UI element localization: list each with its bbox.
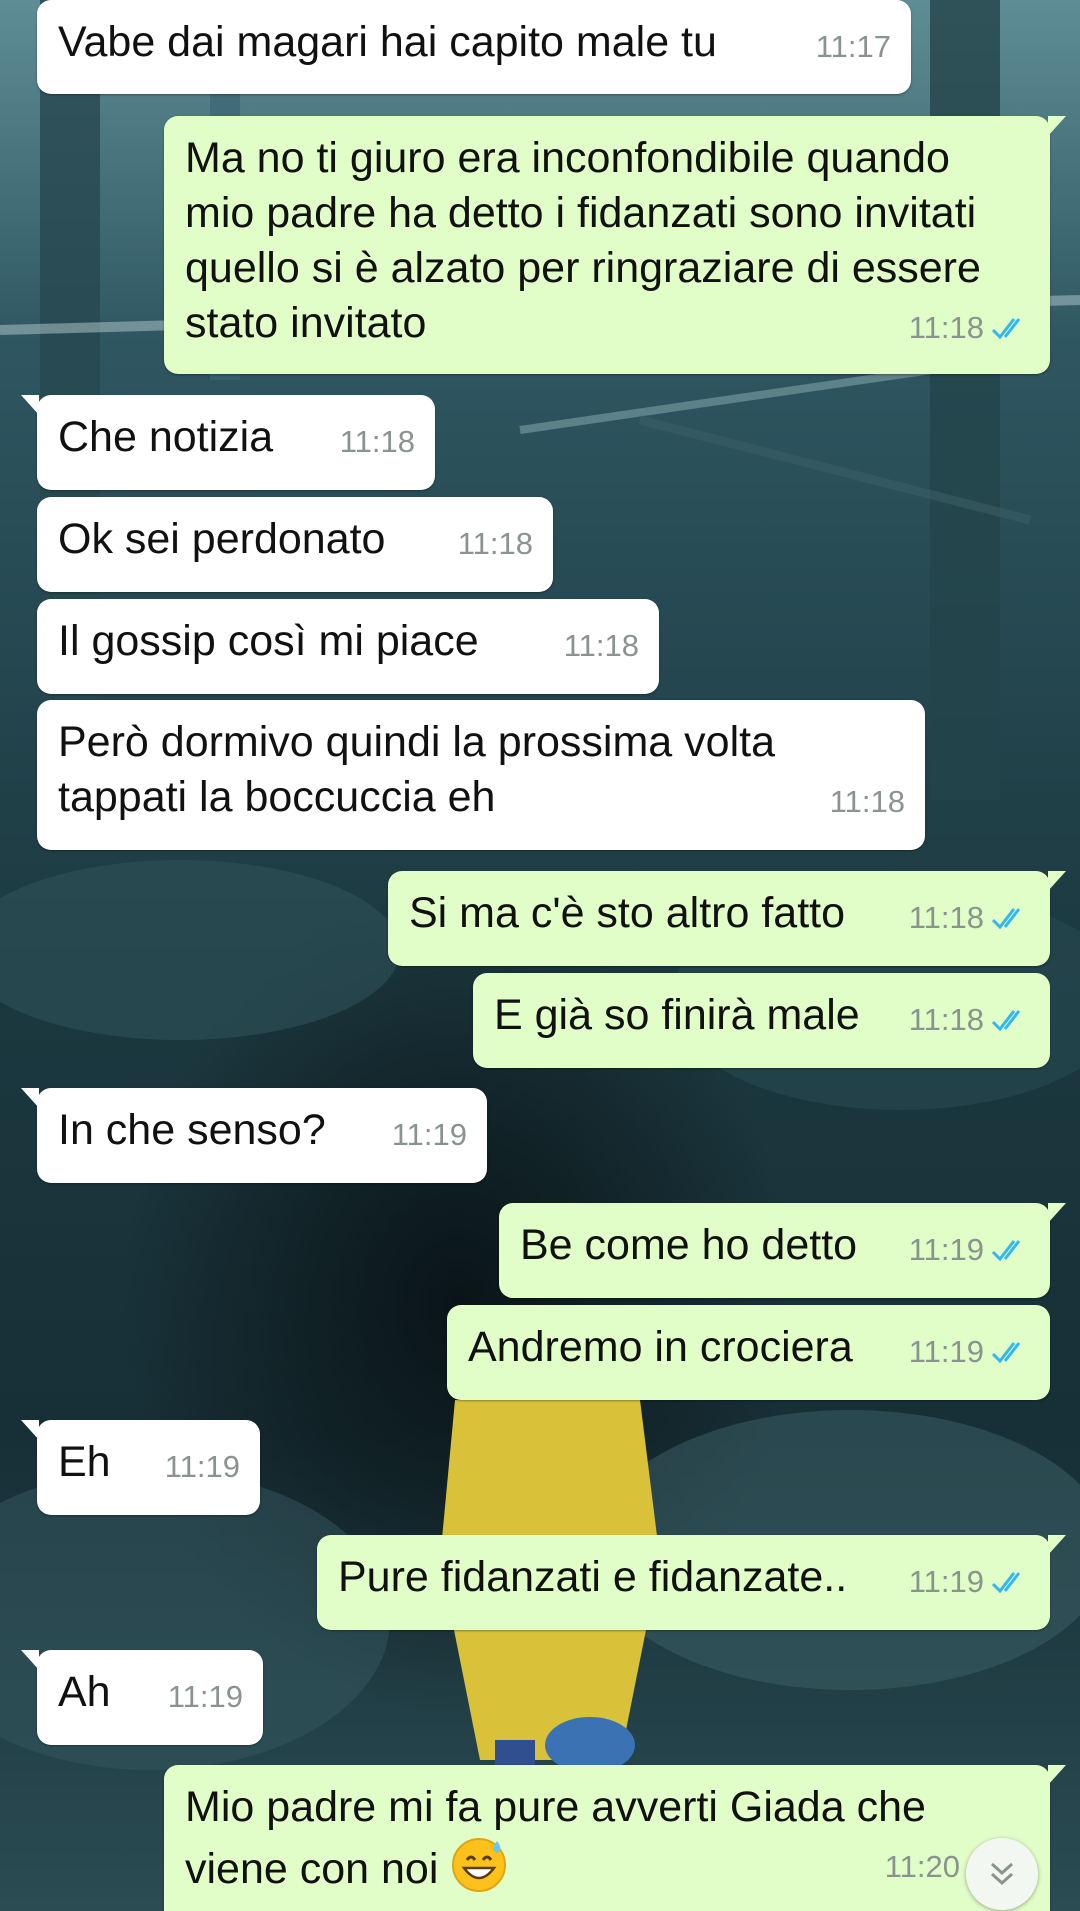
message-text: Be come ho detto bbox=[520, 1221, 858, 1269]
message-meta: 11:19 bbox=[165, 1445, 240, 1489]
message-time: 11:18 bbox=[563, 628, 639, 663]
double-check-read-icon bbox=[991, 908, 1021, 930]
message-text: Vabe dai magari hai capito male tu bbox=[58, 18, 717, 66]
message-text: Si ma c'è sto altro fatto bbox=[409, 889, 846, 937]
message-outgoing[interactable]: Ma no ti giuro era inconfondibile quando… bbox=[164, 116, 1066, 374]
message-meta: 11:18 bbox=[909, 306, 1030, 350]
message-text: Ma no ti giuro era inconfondibile quando… bbox=[185, 134, 981, 347]
message-time: 11:19 bbox=[908, 1564, 984, 1599]
message-time: 11:18 bbox=[457, 526, 533, 561]
message-text: Eh bbox=[58, 1438, 111, 1486]
message-meta: 11:20 bbox=[885, 1845, 960, 1889]
message-meta: 11:19 bbox=[909, 1330, 1030, 1374]
message-outgoing[interactable]: 11:19 Be come ho detto bbox=[499, 1203, 1066, 1298]
chevron-double-down-icon bbox=[990, 1862, 1014, 1886]
double-check-read-icon bbox=[991, 1572, 1021, 1594]
message-incoming[interactable]: 11:19 Eh bbox=[21, 1420, 260, 1515]
message-text: Il gossip così mi piace bbox=[58, 617, 479, 665]
message-incoming[interactable]: 11:19 In che senso? bbox=[21, 1088, 487, 1183]
message-meta: 11:18 bbox=[564, 624, 639, 668]
message-meta: 11:18 bbox=[909, 896, 1030, 940]
message-text: Ah bbox=[58, 1668, 111, 1716]
message-text: Mio padre mi fa pure avverti Giada che v… bbox=[185, 1783, 926, 1893]
message-incoming[interactable]: 11:19 Ah bbox=[21, 1650, 263, 1745]
message-text: E già so finirà male bbox=[494, 991, 860, 1039]
message-meta: 11:19 bbox=[909, 1228, 1030, 1272]
message-meta: 11:19 bbox=[168, 1675, 243, 1719]
message-time: 11:19 bbox=[908, 1334, 984, 1369]
message-time: 11:20 bbox=[884, 1849, 960, 1884]
message-time: 11:19 bbox=[908, 1232, 984, 1267]
double-check-read-icon bbox=[991, 1010, 1021, 1032]
grinning-face-with-sweat-icon bbox=[452, 1838, 507, 1892]
message-time: 11:18 bbox=[908, 310, 984, 345]
double-check-read-icon bbox=[991, 318, 1021, 340]
message-time: 11:19 bbox=[167, 1679, 243, 1714]
message-text: Che notizia bbox=[58, 413, 274, 461]
double-check-read-icon bbox=[991, 1342, 1021, 1364]
scroll-to-bottom-button[interactable] bbox=[966, 1838, 1038, 1910]
message-incoming[interactable]: 11:18 Ok sei perdonato bbox=[37, 497, 553, 592]
message-outgoing[interactable]: 11:18 E già so finirà male bbox=[473, 973, 1050, 1068]
message-meta: 11:19 bbox=[909, 1560, 1030, 1604]
message-text: Però dormivo quindi la prossima volta ta… bbox=[58, 718, 775, 821]
message-text: In che senso? bbox=[58, 1106, 326, 1154]
double-check-read-icon bbox=[991, 1240, 1021, 1262]
message-text: Pure fidanzati e fidanzate.. bbox=[338, 1553, 848, 1601]
message-incoming[interactable]: 11:18 Il gossip così mi piace bbox=[37, 599, 659, 694]
message-time: 11:17 bbox=[815, 29, 891, 64]
message-text: Ok sei perdonato bbox=[58, 515, 386, 563]
message-meta: 11:19 bbox=[392, 1113, 467, 1157]
message-time: 11:18 bbox=[829, 784, 905, 819]
message-time: 11:19 bbox=[391, 1117, 467, 1152]
message-outgoing[interactable]: 11:18 Si ma c'è sto altro fatto bbox=[388, 871, 1066, 966]
message-time: 11:19 bbox=[164, 1449, 240, 1484]
message-incoming[interactable]: Però dormivo quindi la prossima volta ta… bbox=[37, 700, 925, 850]
message-text: Andremo in crociera bbox=[468, 1323, 853, 1371]
message-meta: 11:18 bbox=[909, 998, 1030, 1042]
message-incoming[interactable]: 11:17 Vabe dai magari hai capito male tu bbox=[37, 0, 911, 94]
message-incoming[interactable]: 11:18 Che notizia bbox=[21, 395, 435, 490]
message-time: 11:18 bbox=[908, 900, 984, 935]
message-time: 11:18 bbox=[339, 424, 415, 459]
message-outgoing[interactable]: 11:19 Pure fidanzati e fidanzate.. bbox=[317, 1535, 1066, 1630]
message-outgoing[interactable]: Mio padre mi fa pure avverti Giada che v… bbox=[164, 1765, 1066, 1911]
message-meta: 11:18 bbox=[458, 522, 533, 566]
message-outgoing[interactable]: 11:19 Andremo in crociera bbox=[447, 1305, 1050, 1400]
message-meta: 11:18 bbox=[830, 780, 905, 824]
message-time-wrap: 11:17 bbox=[816, 25, 891, 69]
message-meta: 11:18 bbox=[340, 420, 415, 464]
message-time: 11:18 bbox=[908, 1002, 984, 1037]
